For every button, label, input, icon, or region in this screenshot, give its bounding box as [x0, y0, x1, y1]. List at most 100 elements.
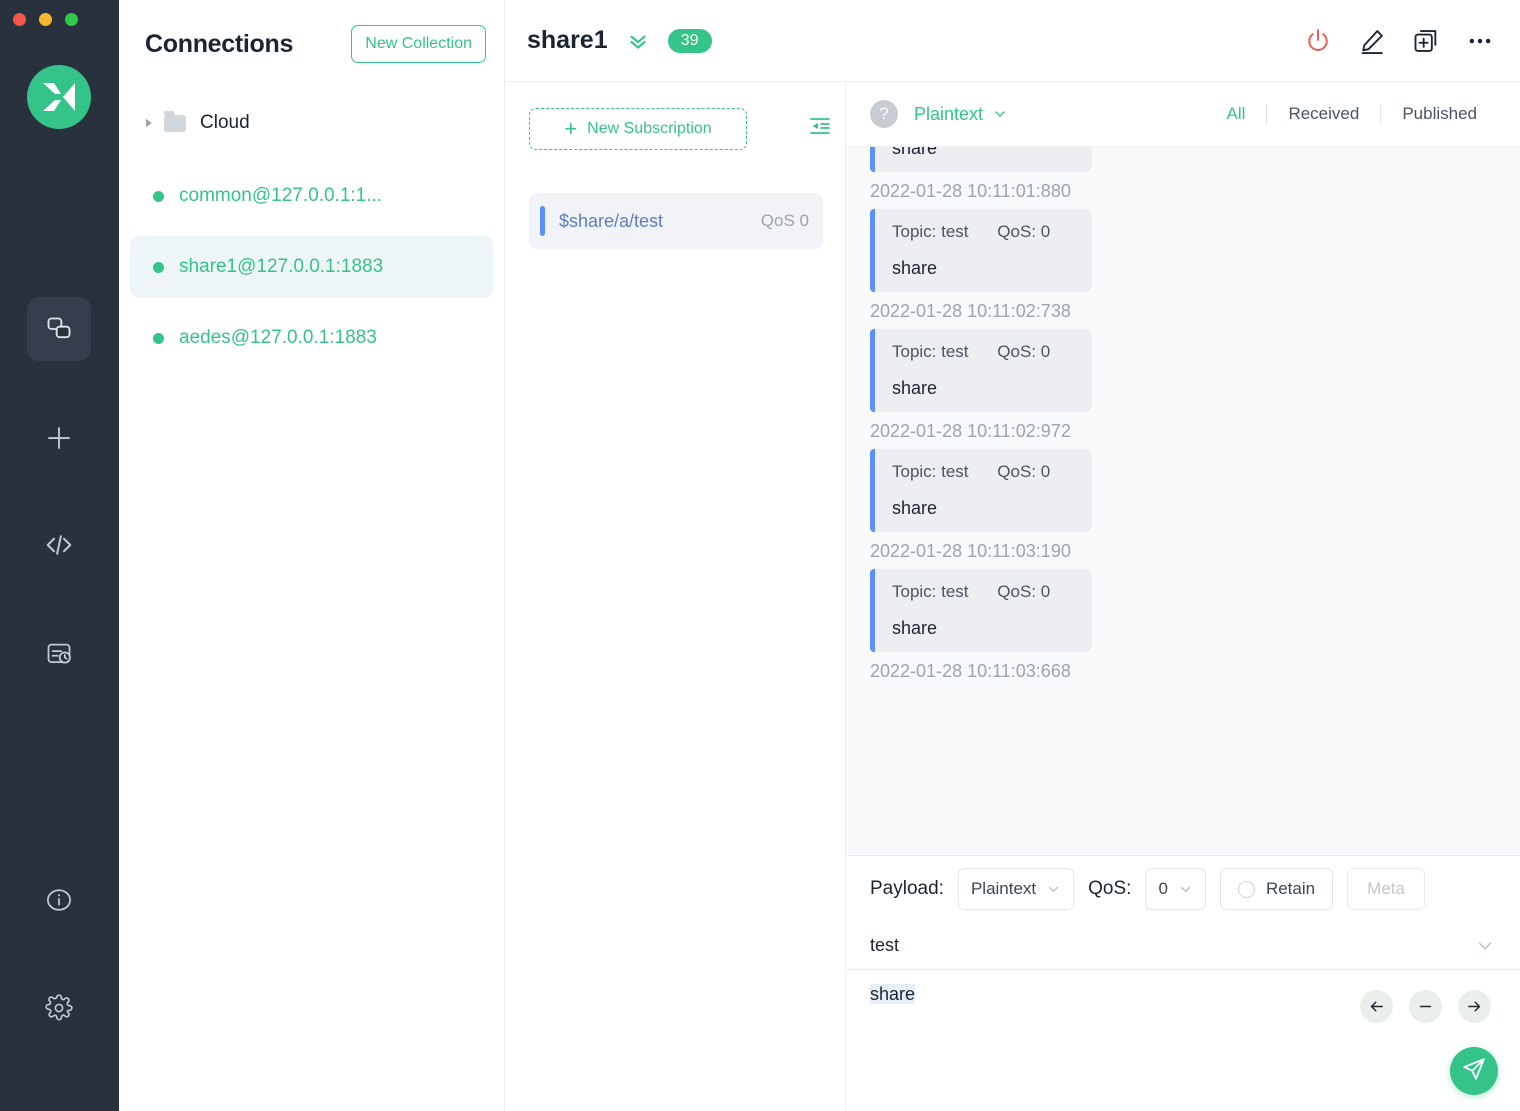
minus-icon[interactable] [1409, 990, 1442, 1023]
code-brackets-icon [44, 530, 74, 560]
message-bubble[interactable]: Topic: test QoS: 0 share [870, 329, 1092, 412]
status-dot-icon [153, 191, 164, 202]
messages-toolbar: ? Plaintext All Received Published [846, 82, 1520, 147]
sidebar-item-new-connection[interactable] [27, 406, 91, 470]
message-timestamp: 2022-01-28 10:11:01:880 [870, 181, 1498, 202]
main-area: share1 39 [505, 0, 1520, 1111]
sidebar-item-about[interactable] [27, 868, 91, 932]
message-count-badge: 39 [668, 29, 712, 53]
message-topic: Topic: test [892, 222, 969, 241]
publish-qos-value: 0 [1158, 879, 1167, 899]
message-qos: QoS: 0 [997, 342, 1050, 361]
mqttx-logo [27, 65, 91, 129]
message-filters: All Received Published [1206, 104, 1498, 124]
connections-list: Cloud common@127.0.0.1:1... share1@127.0… [119, 88, 504, 369]
double-chevron-down-icon[interactable] [625, 28, 651, 54]
disconnect-icon[interactable] [1304, 27, 1332, 55]
filter-published[interactable]: Published [1381, 104, 1498, 124]
subscription-qos: QoS 0 [761, 211, 809, 231]
subscription-item[interactable]: $share/a/test QoS 0 [529, 193, 823, 249]
new-window-icon[interactable] [1412, 27, 1440, 55]
new-subscription-button[interactable]: + New Subscription [529, 108, 747, 150]
chevron-down-icon[interactable] [1474, 935, 1496, 957]
publish-topic-input[interactable]: test [870, 935, 1474, 956]
log-history-icon [45, 640, 73, 668]
main-body: + New Subscription $share/a/test Q [505, 82, 1520, 1111]
window-maximize-button[interactable] [65, 13, 78, 26]
edit-pencil-icon[interactable] [1358, 27, 1386, 55]
message-payload: share [892, 498, 1066, 519]
publish-topic-row[interactable]: test [846, 922, 1520, 970]
message-bubble[interactable]: Topic: test QoS: 0 share [870, 569, 1092, 652]
chevron-down-icon [1046, 882, 1061, 897]
question-mark-icon[interactable]: ? [870, 100, 898, 128]
sidebar-item-log[interactable] [27, 622, 91, 686]
message-topic: Topic: test [892, 462, 969, 481]
qos-label: QoS: [1088, 878, 1131, 900]
connection-item-common[interactable]: common@127.0.0.1:1... [130, 165, 493, 227]
page-title: Connections [145, 30, 293, 59]
next-arrow-icon[interactable] [1458, 990, 1491, 1023]
retain-checkbox[interactable]: Retain [1220, 868, 1333, 910]
message-timestamp: 2022-01-28 10:11:03:668 [870, 661, 1498, 682]
folder-label: Cloud [200, 112, 250, 134]
message-bubble[interactable]: Topic: test QoS: 0 share [870, 147, 1092, 172]
info-circle-icon [45, 886, 73, 914]
status-dot-icon [153, 333, 164, 344]
publish-qos-select[interactable]: 0 [1145, 868, 1205, 910]
message-item: Topic: test QoS: 0 share 2022-01-28 10:1… [870, 449, 1498, 569]
message-bubble[interactable]: Topic: test QoS: 0 share [870, 449, 1092, 532]
publish-payload-editor[interactable]: share [870, 984, 915, 1004]
header-actions [1304, 27, 1494, 55]
message-payload: share [892, 378, 1066, 399]
publish-payload-format-select[interactable]: Plaintext [958, 868, 1074, 910]
send-plane-icon [1461, 1056, 1487, 1087]
connection-name: aedes@127.0.0.1:1883 [179, 327, 377, 349]
chevron-right-icon [146, 119, 152, 127]
message-meta: Topic: test QoS: 0 [892, 222, 1066, 242]
payload-format-select[interactable]: Plaintext [914, 104, 1008, 125]
more-options-icon[interactable] [1466, 27, 1494, 55]
message-topic: Topic: test [892, 342, 969, 361]
message-item: Topic: test QoS: 0 share 2022-01-28 10:1… [870, 569, 1498, 689]
publish-panel: Payload: Plaintext QoS: 0 [846, 855, 1520, 1111]
message-topic: Topic: test [892, 582, 969, 601]
stacked-squares-icon [45, 315, 73, 343]
message-item: Topic: test QoS: 0 share 2022-01-28 10:1… [870, 147, 1498, 209]
connection-item-share1[interactable]: share1@127.0.0.1:1883 [130, 236, 493, 298]
window-close-button[interactable] [13, 13, 26, 26]
message-payload: share [892, 147, 1066, 159]
connection-title: share1 [527, 26, 608, 55]
filter-all[interactable]: All [1206, 104, 1267, 124]
folder-cloud[interactable]: Cloud [119, 101, 504, 145]
message-timestamp: 2022-01-28 10:11:02:972 [870, 421, 1498, 442]
connections-header: Connections New Collection [119, 0, 504, 88]
subscription-color-bar [540, 206, 545, 236]
window-traffic-lights [13, 13, 78, 26]
send-button[interactable] [1450, 1047, 1498, 1095]
window-minimize-button[interactable] [39, 13, 52, 26]
sidebar-item-scripts[interactable] [27, 513, 91, 577]
folder-icon [164, 115, 186, 132]
subscription-topic: $share/a/test [559, 211, 761, 232]
message-meta: Topic: test QoS: 0 [892, 582, 1066, 602]
sidebar-item-connections[interactable] [27, 297, 91, 361]
collapse-panel-icon[interactable] [807, 114, 833, 138]
new-collection-button[interactable]: New Collection [351, 25, 486, 63]
plus-icon: + [564, 118, 577, 140]
message-meta: Topic: test QoS: 0 [892, 462, 1066, 482]
chevron-down-icon [992, 106, 1008, 122]
message-list[interactable]: Topic: test QoS: 0 share 2022-01-28 10:1… [846, 147, 1520, 855]
publish-editor-row: share [846, 970, 1520, 1111]
filter-received[interactable]: Received [1267, 104, 1380, 124]
connections-panel: Connections New Collection Cloud common@… [119, 0, 505, 1111]
connection-item-aedes[interactable]: aedes@127.0.0.1:1883 [130, 307, 493, 369]
message-qos: QoS: 0 [997, 462, 1050, 481]
message-bubble[interactable]: Topic: test QoS: 0 share [870, 209, 1092, 292]
sidebar-item-settings[interactable] [27, 976, 91, 1040]
connection-name: common@127.0.0.1:1... [179, 185, 382, 207]
meta-button: Meta [1347, 868, 1425, 910]
publish-options-row: Payload: Plaintext QoS: 0 [846, 856, 1520, 922]
prev-arrow-icon[interactable] [1360, 990, 1393, 1023]
radio-circle-icon [1238, 881, 1255, 898]
